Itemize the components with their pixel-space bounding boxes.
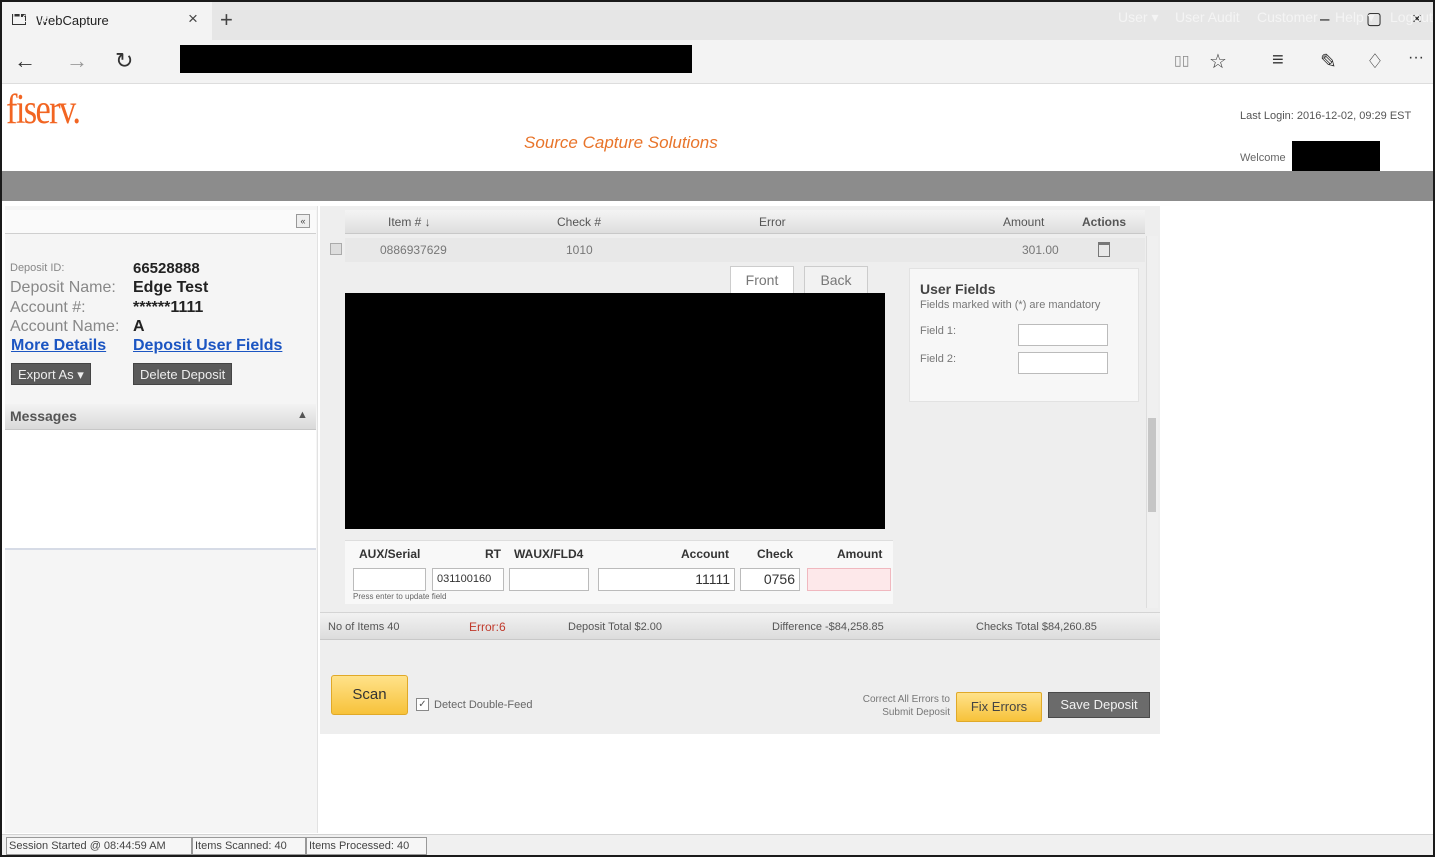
col-header-item[interactable]: Item # ↓ xyxy=(388,215,431,229)
item-count: No of Items 40 xyxy=(328,621,400,633)
menu-logout[interactable]: Logout xyxy=(1390,9,1433,25)
deposit-id-value: 66528888 xyxy=(133,260,200,277)
amount-input[interactable] xyxy=(807,568,891,591)
codeline-header-waux: WAUX/FLD4 xyxy=(514,547,584,561)
deposit-id-label: Deposit ID: xyxy=(10,262,65,274)
delete-deposit-button[interactable]: Delete Deposit xyxy=(133,363,233,385)
welcome-text: Welcome xyxy=(1240,152,1286,164)
items-processed: Items Processed: 40 xyxy=(306,837,427,855)
messages-toggle-icon[interactable]: ▲ xyxy=(297,409,308,421)
main-menu-bar xyxy=(2,171,1433,201)
menu-user-audit[interactable]: User Audit xyxy=(1175,9,1240,25)
check-image-redacted xyxy=(345,293,885,529)
refresh-icon[interactable]: ↻ xyxy=(115,48,133,74)
tab-back[interactable]: Back xyxy=(804,266,868,293)
field2-input[interactable] xyxy=(1018,352,1108,374)
correct-errors-note: Correct All Errors to Submit Deposit xyxy=(862,694,950,718)
last-login-text: Last Login: 2016-12-02, 09:29 EST xyxy=(1240,110,1412,122)
deposit-name-value: Edge Test xyxy=(133,279,209,296)
codeline-header-rt: RT xyxy=(485,547,501,561)
menu-user[interactable]: User ▾ xyxy=(1118,9,1158,26)
row-item-number: 0886937629 xyxy=(380,243,447,257)
menu-home[interactable]: Home xyxy=(12,9,49,25)
new-tab-icon[interactable]: + xyxy=(220,7,233,33)
col-header-error[interactable]: Error xyxy=(759,215,786,229)
menu-customer[interactable]: Customer xyxy=(1257,9,1318,25)
user-fields-title: User Fields xyxy=(920,281,996,297)
codeline-header-account: Account xyxy=(681,547,729,561)
check-number-input[interactable]: 0756 xyxy=(740,568,800,591)
col-header-check[interactable]: Check # xyxy=(557,215,601,229)
deposit-total: Deposit Total $2.00 xyxy=(568,621,662,633)
user-fields-note: Fields marked with (*) are mandatory xyxy=(920,299,1101,311)
tab-front[interactable]: Front xyxy=(730,266,794,293)
codeline-header-check: Check xyxy=(757,547,794,561)
account-input[interactable]: 11111 xyxy=(598,568,735,591)
account-name-value: A xyxy=(133,318,145,335)
scan-button[interactable]: Scan xyxy=(331,675,408,715)
field2-label: Field 2: xyxy=(920,353,957,365)
export-as-button[interactable]: Export As ▾ xyxy=(11,363,91,385)
col-header-amount[interactable]: Amount xyxy=(1003,215,1044,229)
collapse-panel-icon[interactable]: « xyxy=(296,214,310,228)
row-amount: 301.00 xyxy=(1022,243,1059,257)
messages-list xyxy=(5,430,316,550)
field1-label: Field 1: xyxy=(920,325,957,337)
back-icon[interactable]: ← xyxy=(14,48,36,74)
aux-serial-input[interactable] xyxy=(353,568,426,591)
grid-scrollbar-thumb[interactable] xyxy=(1148,418,1156,512)
field1-input[interactable] xyxy=(1018,324,1108,346)
fix-errors-button[interactable]: Fix Errors xyxy=(956,692,1042,722)
trash-icon[interactable] xyxy=(1098,242,1110,257)
row-select-checkbox[interactable] xyxy=(330,243,342,255)
messages-title: Messages xyxy=(10,408,77,424)
browser-nav-bar: ← → ↻ ▯▯ ☆ ≡ ✎ ♢ ··· xyxy=(2,40,1433,84)
reading-view-icon[interactable]: ▯▯ xyxy=(1174,52,1189,69)
tab-close-icon[interactable]: × xyxy=(188,9,198,29)
web-note-icon[interactable]: ✎ xyxy=(1320,49,1337,74)
username-redacted xyxy=(1292,141,1380,171)
codeline-header-aux: AUX/Serial xyxy=(359,547,421,561)
save-deposit-button[interactable]: Save Deposit xyxy=(1048,692,1150,718)
account-name-label: Account Name: xyxy=(10,318,120,335)
app-window: WebCapture × + – ▢ × ← → ↻ ▯▯ ☆ ≡ ✎ ♢ ··… xyxy=(0,0,1435,857)
share-icon[interactable]: ♢ xyxy=(1366,49,1384,74)
waux-input[interactable] xyxy=(509,568,589,591)
codeline-hint: Press enter to update field xyxy=(353,592,447,601)
menu-help[interactable]: Help ▾ xyxy=(1335,9,1375,26)
difference-amount: Difference -$84,258.85 xyxy=(772,621,884,633)
app-subtitle: Source Capture Solutions xyxy=(524,133,718,152)
rt-input[interactable]: 031100160 xyxy=(432,568,504,591)
row-check-number: 1010 xyxy=(566,243,593,257)
hub-icon[interactable]: ≡ xyxy=(1272,49,1284,72)
minimize-icon[interactable]: – xyxy=(1320,9,1329,29)
col-header-actions: Actions xyxy=(1082,215,1127,229)
error-count: Error:6 xyxy=(469,620,506,634)
checks-total: Checks Total $84,260.85 xyxy=(976,621,1097,633)
fiserv-logo: fiserv. xyxy=(6,87,81,133)
items-scanned: Items Scanned: 40 xyxy=(192,837,306,855)
codeline-header-amount: Amount xyxy=(837,547,883,561)
deposit-name-label: Deposit Name: xyxy=(10,279,116,296)
session-started: Session Started @ 08:44:59 AM xyxy=(6,837,192,855)
side-panel-header xyxy=(5,210,316,234)
detect-double-feed-checkbox[interactable]: ✓ xyxy=(416,698,429,711)
forward-icon[interactable]: → xyxy=(66,48,88,74)
more-icon[interactable]: ··· xyxy=(1408,49,1424,67)
more-details-link[interactable]: More Details xyxy=(11,337,106,355)
account-number-value: ******1111 xyxy=(133,299,204,316)
address-bar-redacted[interactable] xyxy=(180,45,692,73)
favorite-icon[interactable]: ☆ xyxy=(1209,49,1227,74)
account-number-label: Account #: xyxy=(10,299,86,316)
detect-double-feed-label: Detect Double-Feed xyxy=(434,699,533,711)
deposit-user-fields-link[interactable]: Deposit User Fields xyxy=(133,337,282,355)
